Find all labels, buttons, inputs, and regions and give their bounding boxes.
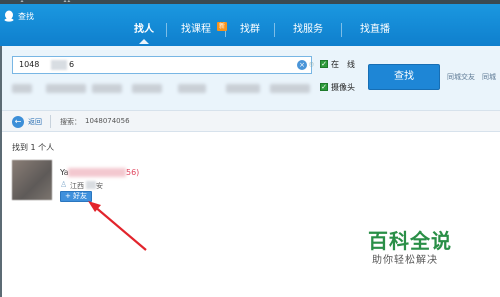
location-city-end: 安 [96,182,103,190]
redacted-filter [132,84,162,93]
query-label: 搜索： [60,118,81,126]
location-pin-icon[interactable]: ⌾ [309,60,317,70]
camera-label: 摄像头 [331,83,355,92]
tab-find-courses[interactable]: 找课程 新 [167,20,227,44]
result-navbar: ← 返回 搜索： 1048074056 [0,110,500,132]
camera-checkbox[interactable]: ✓ [320,83,328,91]
search-value-end: 6 [69,60,75,69]
tab-label: 找人 [134,24,154,35]
tab-label: 找服务 [293,24,323,35]
redacted-digits [51,60,67,70]
desktop-edge [0,46,2,297]
redacted-name [68,168,126,177]
avatar[interactable] [12,160,52,200]
result-count: 找到 1 个人 [12,143,55,152]
tab-find-people[interactable]: 找人 [122,20,166,44]
tab-label: 找群 [240,24,260,35]
qq-penguin-icon [4,10,14,22]
tab-label: 找直播 [360,24,390,35]
tab-find-live[interactable]: 找直播 [342,20,408,44]
redacted-city [86,181,96,189]
tab-find-groups[interactable]: 找群 [226,20,274,44]
search-value-start: 1048 [19,60,40,69]
tab-label: 找课程 [181,24,211,35]
back-arrow-icon[interactable]: ← [12,116,24,128]
back-link[interactable]: 返回 [28,117,42,127]
add-friend-button[interactable]: + 好友 [60,191,92,202]
location-province: 江西 [70,182,84,190]
desktop-number: 1 [20,0,24,4]
redacted-filter [178,84,206,93]
redacted-filter [270,84,310,93]
query-value: 1048074056 [85,117,130,125]
city-friends-link[interactable]: 同城交友 [447,72,475,82]
window-title: 查找 [18,12,34,21]
search-input[interactable]: 1048 6 × ⌾ [12,56,314,74]
nav-divider [50,115,51,128]
desktop-strip: 1 11 [0,0,500,4]
find-button[interactable]: 查找 [368,64,440,90]
tab-find-services[interactable]: 找服务 [275,20,341,44]
city-link[interactable]: 同城 [482,72,496,82]
watermark-title: 百科全说 [368,229,452,253]
redacted-filter [226,84,260,93]
watermark-subtitle: 助你轻松解决 [372,255,438,266]
filter-dropdowns-redacted [12,82,312,96]
online-label: 在 线 [331,60,355,69]
clear-icon[interactable]: × [297,60,307,70]
redacted-filter [92,84,122,93]
person-icon: ♙ [60,180,68,189]
redacted-filter [46,84,86,93]
online-checkbox[interactable]: ✓ [320,60,328,68]
person-name-end[interactable]: 56) [126,168,139,177]
desktop-number: 11 [63,0,71,4]
tab-bar: 找人 找课程 新 找群 找服务 找直播 [122,20,408,44]
search-panel: 1048 6 × ⌾ ✓ 在 线 ✓ 摄像头 查找 同城交友 同城 [0,46,500,110]
redacted-filter [12,84,32,93]
